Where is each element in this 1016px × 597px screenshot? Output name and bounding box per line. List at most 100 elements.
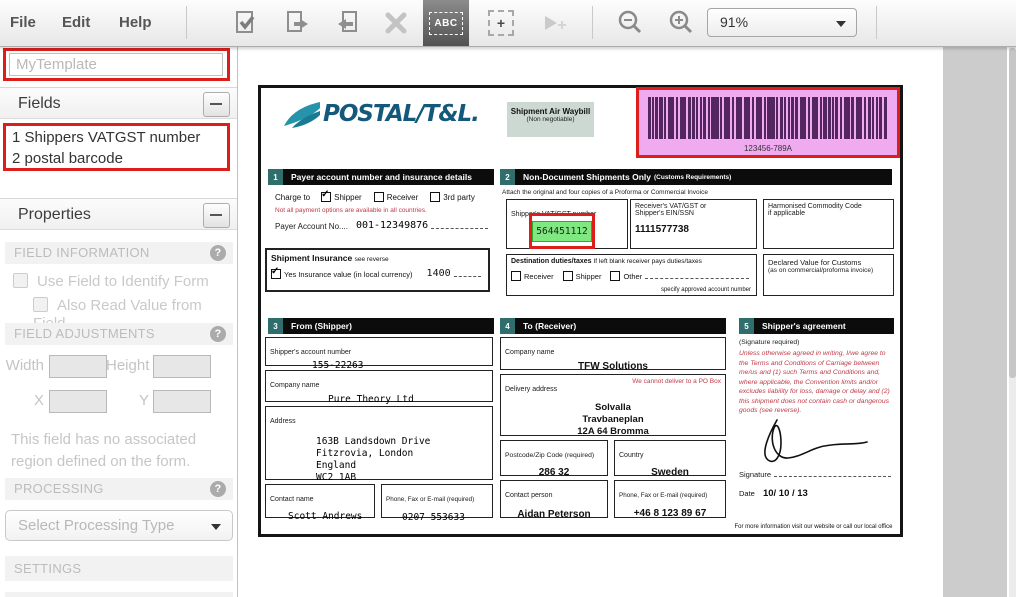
country-label: Country — [619, 452, 644, 459]
shipper-checkbox-checked — [321, 192, 331, 202]
zoom-out-icon[interactable] — [616, 9, 644, 37]
address-line: 12A 64 Bromma — [505, 426, 721, 438]
receiver-vat-label-line1: Receiver's VAT/GST or — [635, 203, 752, 210]
help-icon[interactable]: ? — [210, 326, 226, 342]
dashed-line — [645, 277, 749, 279]
y-input[interactable] — [153, 390, 211, 413]
address-line: Travbaneplan — [505, 414, 721, 426]
zoom-in-icon[interactable] — [667, 9, 695, 37]
dashed-line — [454, 275, 481, 277]
processing-type-select[interactable]: Select Processing Type — [5, 510, 233, 541]
receiver-company-box: Company name TFW Solutions — [500, 337, 726, 370]
waybill-subtitle: (Non negotiable) — [507, 116, 594, 123]
help-icon[interactable]: ? — [210, 245, 226, 261]
dashed-line — [774, 475, 891, 477]
menu-help[interactable]: Help — [119, 0, 152, 46]
waybill-title: Shipment Air Waybill — [507, 107, 594, 116]
barcode-value: 123456-789A — [639, 144, 897, 153]
section4-title: To (Receiver) — [523, 321, 576, 331]
insurance-box: Shipment Insurance see reverse Yes Insur… — [265, 248, 490, 292]
receiver-vat-value: 1111577738 — [635, 224, 752, 235]
settings-section-bar: SETTINGS — [5, 556, 233, 581]
y-label: Y — [106, 392, 149, 409]
insurance-value-row: Yes Insurance value (in local currency) … — [271, 268, 484, 279]
receiver-vat-label-line2: Shipper's EIN/SSN — [635, 210, 752, 217]
vertical-scrollbar[interactable] — [1009, 46, 1016, 597]
signature-required-note: (Signature required) — [739, 339, 799, 346]
dashed-line — [431, 227, 488, 229]
delete-icon[interactable] — [382, 9, 410, 37]
postcode-box: Postcode/Zip Code (required) 286 32 — [500, 440, 608, 476]
run-region-icon[interactable] — [538, 9, 566, 37]
signature-row: Signature — [739, 470, 894, 479]
section2-title-suffix: (Customs Requirements) — [654, 174, 731, 181]
import-document-icon[interactable] — [334, 9, 362, 37]
country-box: Country Sweden — [614, 440, 726, 476]
opt-receiver: Receiver — [387, 193, 419, 202]
text-region-tool-button[interactable]: ABC — [423, 0, 469, 46]
section2-number: 2 — [500, 169, 515, 185]
export-document-icon[interactable] — [284, 9, 312, 37]
delivery-address-value: Solvalla Travbaneplan 12A 64 Bromma — [505, 402, 721, 438]
field-list-item-2[interactable]: 2 postal barcode — [12, 148, 123, 169]
properties-panel-title: Properties — [18, 206, 91, 223]
address-line: Solvalla — [505, 402, 721, 414]
date-row: Date 10/ 10 / 13 — [739, 488, 808, 499]
signature-image — [747, 414, 873, 466]
shipper-contact-value: Scott Andrews — [288, 511, 370, 522]
scrollbar-thumb[interactable] — [1009, 48, 1016, 378]
third-party-checkbox — [430, 192, 440, 202]
section1-header: 1 Payer account number and insurance det… — [268, 169, 494, 185]
processing-section-bar: PROCESSING ? — [5, 478, 233, 500]
output-section-bar: OUTPUT — [5, 592, 233, 597]
section3-title: From (Shipper) — [291, 321, 352, 331]
receiver-phone-label: Phone, Fax or E-mail (required) — [619, 492, 707, 499]
template-name-input[interactable] — [9, 53, 223, 76]
field-list-item-1[interactable]: 1 Shippers VATGST number — [12, 127, 200, 148]
height-label: Height — [106, 357, 149, 374]
add-region-icon[interactable]: + — [488, 10, 514, 36]
menu-file[interactable]: File — [10, 0, 36, 46]
section5-number: 5 — [739, 318, 754, 334]
insurance-see-reverse: see reverse — [355, 256, 389, 263]
receiver-company-label: Company name — [505, 349, 554, 356]
address-line: WC2 1AB — [316, 472, 488, 484]
zoom-level-select[interactable]: 91% — [707, 8, 857, 37]
help-icon[interactable]: ? — [210, 481, 226, 497]
collapse-fields-button[interactable] — [203, 92, 230, 117]
receiver-company-value: TFW Solutions — [505, 361, 721, 372]
no-region-note: This field has no associated region defi… — [11, 429, 229, 473]
collapse-properties-button[interactable] — [203, 203, 230, 228]
fields-panel-title: Fields — [18, 95, 61, 112]
declared-label: Declared Value for Customs — [768, 258, 889, 267]
duties-opt-shipper: Shipper — [576, 272, 602, 281]
payer-account-value: 001-12349876 — [356, 220, 428, 231]
field-information-section-bar: FIELD INFORMATION ? — [5, 242, 233, 264]
use-field-checkbox[interactable] — [13, 273, 28, 288]
delivery-address-box: Delivery address We cannot deliver to a … — [500, 374, 726, 436]
field-information-label: FIELD INFORMATION — [14, 245, 150, 260]
receiver-phone-box: Phone, Fax or E-mail (required) +46 8 12… — [614, 480, 726, 518]
shipper-address-value: 163B Landsdown Drive Fitzrovia, London E… — [316, 436, 488, 484]
address-line: Fitzrovia, London — [316, 448, 488, 460]
postcode-value: 286 32 — [505, 467, 603, 478]
barcode-field-region[interactable]: 123456-789A — [636, 87, 900, 158]
delivery-address-label: Delivery address — [505, 386, 557, 393]
date-value: 10/ 10 / 13 — [763, 488, 808, 499]
x-input[interactable] — [49, 390, 107, 413]
opt-third-party: 3rd party — [443, 193, 475, 202]
address-line: England — [316, 460, 488, 472]
width-input[interactable] — [49, 355, 107, 378]
read-value-checkbox[interactable] — [33, 297, 48, 312]
toolbar-separator — [876, 6, 877, 39]
x-label: X — [4, 392, 44, 409]
menu-edit[interactable]: Edit — [62, 0, 90, 46]
shipper-vat-value-highlight[interactable]: 564451112 — [532, 221, 591, 242]
receiver-phone-value: +46 8 123 89 67 — [619, 508, 721, 519]
vat-field-region[interactable]: 564451112 — [529, 213, 595, 249]
field-adjustments-label: FIELD ADJUSTMENTS — [14, 326, 155, 341]
height-input[interactable] — [153, 355, 211, 378]
validate-document-icon[interactable] — [232, 9, 260, 37]
shipper-phone-value: 0207 553633 — [402, 512, 488, 523]
duties-label: Destination duties/taxes — [511, 258, 592, 265]
